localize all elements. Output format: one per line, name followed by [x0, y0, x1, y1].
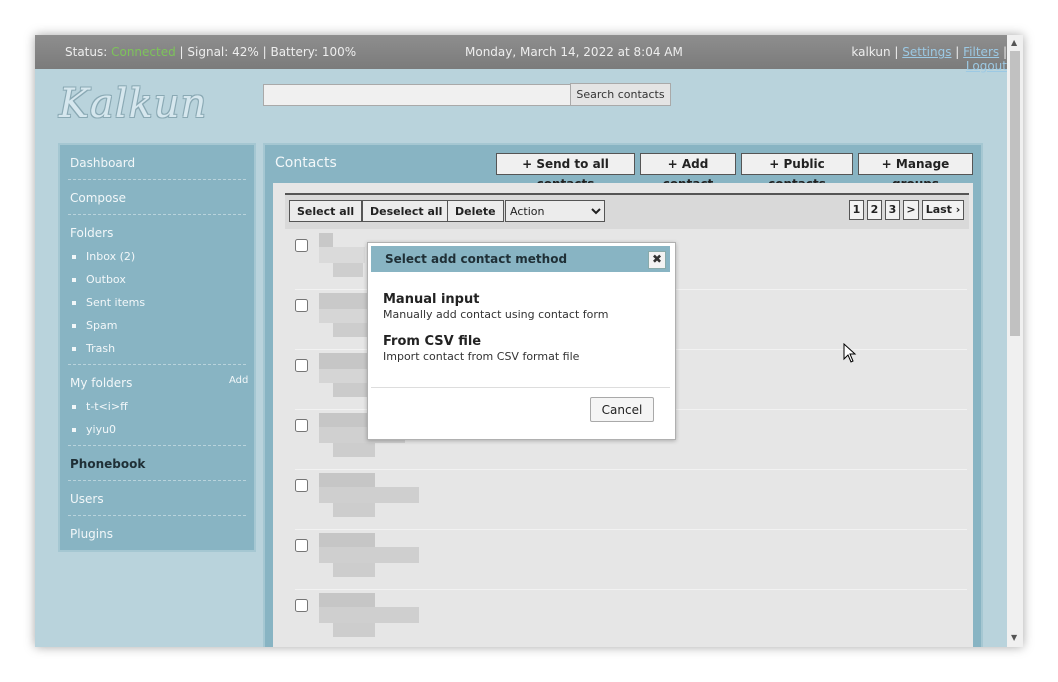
contact-row[interactable] — [295, 589, 967, 647]
divider — [68, 515, 246, 516]
manual-input-option[interactable]: Manual input — [383, 292, 479, 307]
last-page[interactable]: Last › — [922, 200, 964, 220]
manage-groups-button[interactable]: + Manage groups — [858, 153, 973, 191]
row-checkbox[interactable] — [295, 359, 308, 372]
public-contacts-button[interactable]: + Public contacts — [741, 153, 853, 191]
divider — [68, 214, 246, 215]
select-all-button[interactable]: Select all — [289, 200, 363, 222]
kalkun-logo[interactable]: Kalkun — [59, 81, 207, 127]
separator: | — [890, 45, 903, 59]
page-2[interactable]: 2 — [867, 200, 882, 220]
add-folder-link[interactable]: Add — [229, 375, 248, 386]
bullet-icon — [72, 405, 76, 409]
divider — [68, 445, 246, 446]
search-contacts-button[interactable]: Search contacts — [570, 83, 671, 106]
blurred-contact — [319, 533, 419, 577]
divider — [68, 480, 246, 481]
action-select[interactable]: Action — [505, 200, 605, 222]
cancel-button[interactable]: Cancel — [590, 397, 654, 422]
scroll-up-icon[interactable]: ▲ — [1011, 38, 1017, 47]
close-icon[interactable]: ✖ — [648, 251, 666, 269]
sidebar-item-compose[interactable]: Compose — [70, 191, 126, 205]
datetime: Monday, March 14, 2022 at 8:04 AM — [465, 45, 683, 59]
send-to-all-contacts-button[interactable]: + Send to all contacts — [496, 153, 635, 191]
filters-link[interactable]: Filters — [963, 45, 999, 59]
manual-input-description: Manually add contact using contact form — [383, 308, 609, 321]
page-1[interactable]: 1 — [849, 200, 864, 220]
sidebar-item-my-folder[interactable]: t-t<i>ff — [86, 400, 128, 413]
bullet-icon — [72, 278, 76, 282]
add-contact-method-dialog: Select add contact method ✖ Manual input… — [367, 242, 676, 440]
top-status-bar: Status: Connected | Signal: 42% | Batter… — [35, 35, 1007, 73]
row-checkbox[interactable] — [295, 479, 308, 492]
divider — [371, 387, 670, 388]
deselect-all-button[interactable]: Deselect all — [362, 200, 451, 222]
sidebar-item-trash[interactable]: Trash — [86, 342, 115, 355]
sidebar-item-plugins[interactable]: Plugins — [70, 527, 113, 541]
sidebar-item-dashboard[interactable]: Dashboard — [70, 156, 135, 170]
add-contact-button[interactable]: + Add contact — [640, 153, 736, 191]
sidebar-item-users[interactable]: Users — [70, 492, 104, 506]
sidebar-item-spam[interactable]: Spam — [86, 319, 117, 332]
sidebar-item-phonebook[interactable]: Phonebook — [70, 457, 145, 471]
page-title: Contacts — [275, 155, 337, 171]
settings-link[interactable]: Settings — [902, 45, 951, 59]
sidebar-heading-folders: Folders — [70, 226, 114, 240]
mouse-cursor-icon — [843, 343, 857, 363]
contact-row[interactable] — [295, 469, 967, 530]
row-checkbox[interactable] — [295, 599, 308, 612]
contacts-toolbar: Select all Deselect all Delete Action 1 … — [285, 193, 969, 229]
row-checkbox[interactable] — [295, 239, 308, 252]
sidebar-item-outbox[interactable]: Outbox — [86, 273, 126, 286]
contact-row[interactable] — [295, 529, 967, 590]
search-input[interactable] — [263, 84, 571, 106]
bullet-icon — [72, 428, 76, 432]
next-page[interactable]: > — [903, 200, 919, 220]
sidebar: Dashboard Compose Folders Inbox (2) Outb… — [58, 143, 256, 552]
row-checkbox[interactable] — [295, 539, 308, 552]
bullet-icon — [72, 255, 76, 259]
sidebar-item-sent-items[interactable]: Sent items — [86, 296, 145, 309]
scroll-down-icon[interactable]: ▼ — [1011, 633, 1017, 642]
csv-file-description: Import contact from CSV format file — [383, 350, 580, 363]
scroll-thumb[interactable] — [1010, 51, 1020, 336]
user-links: kalkun | Settings | Filters | Logout — [807, 45, 1007, 73]
divider — [68, 364, 246, 365]
row-checkbox[interactable] — [295, 299, 308, 312]
bullet-icon — [72, 301, 76, 305]
delete-button[interactable]: Delete — [447, 200, 504, 222]
status-info: Status: Connected | Signal: 42% | Batter… — [65, 45, 356, 59]
dialog-title-bar[interactable]: Select add contact method ✖ — [371, 246, 670, 272]
blurred-contact — [319, 593, 419, 637]
bullet-icon — [72, 324, 76, 328]
row-checkbox[interactable] — [295, 419, 308, 432]
dialog-title: Select add contact method — [385, 252, 568, 266]
browser-window: Status: Connected | Signal: 42% | Batter… — [35, 35, 1023, 647]
bullet-icon — [72, 347, 76, 351]
separator: | — [999, 45, 1007, 59]
connection-status: Connected — [111, 45, 176, 59]
csv-file-option[interactable]: From CSV file — [383, 334, 481, 349]
separator: | — [951, 45, 964, 59]
signal-battery-text: | Signal: 42% | Battery: 100% — [175, 45, 357, 59]
divider — [68, 179, 246, 180]
logout-link[interactable]: Logout — [966, 59, 1007, 73]
sidebar-heading-my-folders: My folders — [70, 376, 133, 390]
blurred-contact — [319, 473, 419, 517]
sidebar-item-my-folder[interactable]: yiyu0 — [86, 423, 116, 436]
sidebar-item-inbox[interactable]: Inbox (2) — [86, 250, 135, 263]
page-3[interactable]: 3 — [885, 200, 900, 220]
username: kalkun — [851, 45, 891, 59]
status-label: Status: — [65, 45, 112, 59]
vertical-scrollbar[interactable]: ▲ ▼ — [1007, 35, 1023, 647]
